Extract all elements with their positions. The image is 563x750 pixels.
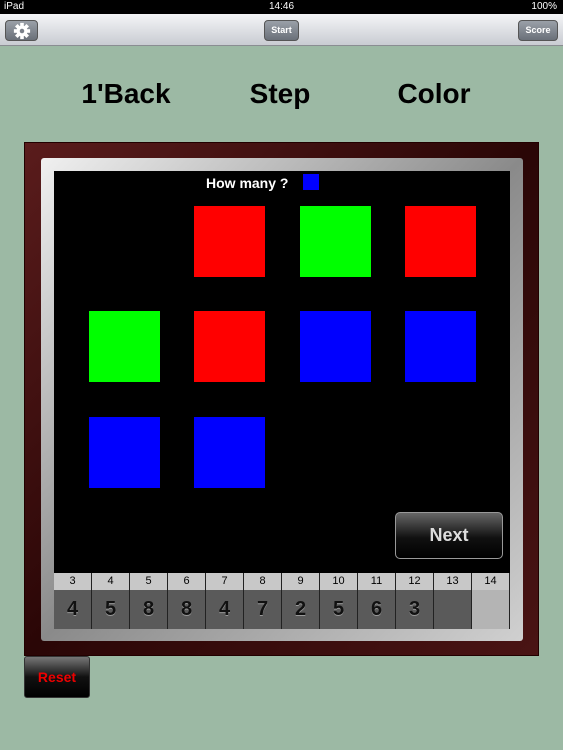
- question-color-swatch: [303, 174, 319, 190]
- answer-value: [472, 590, 509, 629]
- history-cell: 45: [92, 573, 130, 629]
- step-number: 9: [282, 573, 319, 590]
- color-square: [194, 311, 265, 382]
- answer-value: 2: [282, 590, 319, 629]
- battery: 100%: [531, 1, 557, 12]
- answer-value: 7: [244, 590, 281, 629]
- answer-value: 4: [54, 590, 91, 629]
- history-cell: 68: [168, 573, 206, 629]
- history-cell: 87: [244, 573, 282, 629]
- step-number: 11: [358, 573, 395, 590]
- mode-back: 1'Back: [81, 78, 171, 109]
- settings-button[interactable]: [5, 20, 38, 41]
- color-square: [194, 417, 265, 488]
- game-board: How many ? Next: [54, 171, 510, 573]
- toolbar: Start Score: [0, 14, 563, 46]
- mode-step: Step: [249, 78, 311, 109]
- step-number: 5: [130, 573, 167, 590]
- color-square: [194, 206, 265, 277]
- history-cell: 11 6: [358, 573, 396, 629]
- reset-button[interactable]: Reset: [24, 656, 90, 698]
- history-cell: 13: [434, 573, 472, 629]
- start-button[interactable]: Start: [264, 20, 299, 41]
- step-number: 4: [92, 573, 129, 590]
- answer-value: 8: [130, 590, 167, 629]
- history-cell: 92: [282, 573, 320, 629]
- step-number: 3: [54, 573, 91, 590]
- color-square: [300, 311, 371, 382]
- color-square: [89, 311, 160, 382]
- answer-value: 8: [168, 590, 205, 629]
- color-square: [405, 311, 476, 382]
- answer-value: 3: [396, 590, 433, 629]
- step-number: 7: [206, 573, 243, 590]
- answer-value: 5: [92, 590, 129, 629]
- color-square: [300, 206, 371, 277]
- answer-value: [434, 590, 471, 629]
- history-cell: 10 5: [320, 573, 358, 629]
- answer-value: 4: [206, 590, 243, 629]
- next-button[interactable]: Next: [395, 512, 503, 559]
- history-strip: 3 4 4 5 5 8 6 8 7 4 8 7 9 2 10 5 11 6 12 3 13 14: [54, 573, 510, 629]
- step-number: 14: [472, 573, 509, 590]
- history-cell: 34: [54, 573, 92, 629]
- mode-color: Color: [397, 78, 471, 109]
- color-square: [405, 206, 476, 277]
- gear-icon: [13, 22, 30, 40]
- clock: 14:46: [268, 1, 295, 12]
- history-cell: 12 3: [396, 573, 434, 629]
- answer-value: 6: [358, 590, 395, 629]
- status-bar: iPad 14:46 100%: [0, 0, 563, 14]
- step-number: 12: [396, 573, 433, 590]
- question-label: How many ?: [206, 175, 289, 191]
- step-number: 6: [168, 573, 205, 590]
- step-number: 13: [434, 573, 471, 590]
- step-number: 10: [320, 573, 357, 590]
- history-cell: 74: [206, 573, 244, 629]
- board-frame: How many ? Next 3 4 4 5 5 8 6 8 7 4 8 7 9 2 10 5 11 6 12 3 1…: [24, 142, 539, 656]
- history-cell: 58: [130, 573, 168, 629]
- answer-value: 5: [320, 590, 357, 629]
- step-number: 8: [244, 573, 281, 590]
- score-button[interactable]: Score: [518, 20, 558, 41]
- color-square: [89, 417, 160, 488]
- history-cell: 14: [472, 573, 510, 629]
